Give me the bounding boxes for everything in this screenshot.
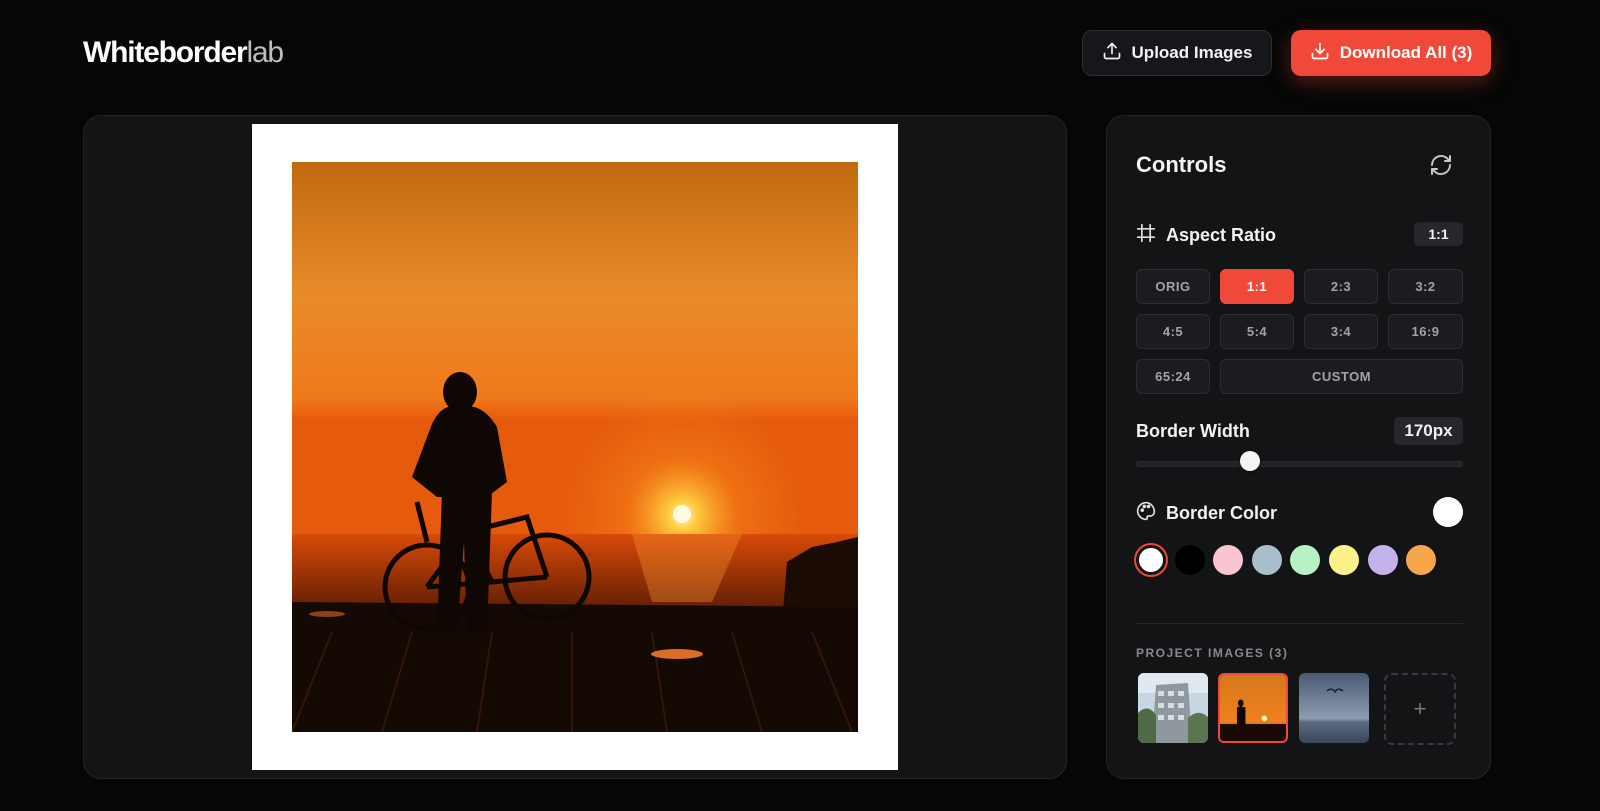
reset-icon[interactable] xyxy=(1428,152,1454,178)
image-preview-panel xyxy=(83,115,1067,779)
ratio-option-3-2[interactable]: 3:2 xyxy=(1388,269,1463,304)
ratio-option-65-24[interactable]: 65:24 xyxy=(1136,359,1210,394)
ratio-option-4-5[interactable]: 4:5 xyxy=(1136,314,1210,349)
color-swatch[interactable] xyxy=(1174,545,1205,575)
ratio-option-orig[interactable]: ORIG xyxy=(1136,269,1210,304)
color-swatch[interactable] xyxy=(1290,545,1321,575)
color-swatch[interactable] xyxy=(1213,545,1244,575)
logo-bold-text: Whiteborder xyxy=(83,36,248,69)
color-swatch[interactable] xyxy=(1136,545,1166,575)
ratio-option-16-9[interactable]: 16:9 xyxy=(1388,314,1463,349)
palette-icon xyxy=(1136,501,1156,526)
ratio-option-1-1[interactable]: 1:1 xyxy=(1220,269,1294,304)
add-image-button[interactable]: + xyxy=(1384,673,1456,745)
app-logo: Whiteborderlab xyxy=(83,34,284,72)
color-swatch[interactable] xyxy=(1406,545,1437,575)
project-thumb-seagull-sky[interactable] xyxy=(1299,673,1369,743)
color-swatch[interactable] xyxy=(1367,545,1398,575)
border-width-slider-thumb[interactable] xyxy=(1240,451,1261,471)
upload-icon xyxy=(1102,41,1122,66)
project-thumb-sunset-cyclist[interactable] xyxy=(1218,673,1288,743)
download-icon xyxy=(1310,41,1330,66)
border-color-heading: Border Color xyxy=(1136,501,1277,526)
border-color-label: Border Color xyxy=(1166,503,1278,523)
aspect-ratio-value: 1:1 xyxy=(1414,222,1463,246)
sunset-cyclist-photo xyxy=(292,162,858,732)
logo-light-text: lab xyxy=(246,36,284,69)
download-all-button[interactable]: Download All (3) xyxy=(1291,30,1491,76)
current-color-preview[interactable] xyxy=(1433,497,1463,527)
upload-images-label: Upload Images xyxy=(1131,43,1253,62)
ratio-option-2-3[interactable]: 2:3 xyxy=(1304,269,1378,304)
ratio-option-3-4[interactable]: 3:4 xyxy=(1304,314,1378,349)
aspect-ratio-heading: Aspect Ratio xyxy=(1136,223,1276,248)
plus-icon: + xyxy=(1413,696,1427,721)
controls-title: Controls xyxy=(1136,152,1227,177)
project-images-label: PROJECT IMAGES (3) xyxy=(1136,646,1289,660)
border-width-heading: Border Width xyxy=(1136,421,1250,442)
color-swatch[interactable] xyxy=(1251,545,1282,575)
crop-icon xyxy=(1136,223,1156,248)
section-divider xyxy=(1136,623,1463,624)
upload-images-button[interactable]: Upload Images xyxy=(1082,30,1272,76)
border-width-label: Border Width xyxy=(1136,421,1250,441)
ratio-option-custom[interactable]: CUSTOM xyxy=(1220,359,1463,394)
ratio-option-5-4[interactable]: 5:4 xyxy=(1220,314,1294,349)
color-swatch[interactable] xyxy=(1329,545,1359,575)
bordered-image-frame xyxy=(252,124,898,770)
project-thumb-building[interactable] xyxy=(1138,673,1208,743)
border-width-slider-track[interactable] xyxy=(1136,461,1463,467)
aspect-ratio-label: Aspect Ratio xyxy=(1166,225,1277,245)
border-width-value: 170px xyxy=(1394,417,1463,445)
download-all-label: Download All (3) xyxy=(1339,43,1473,62)
controls-panel: Controls Aspect Ratio 1:1 ORIG 1:1 2:3 3… xyxy=(1106,115,1491,779)
